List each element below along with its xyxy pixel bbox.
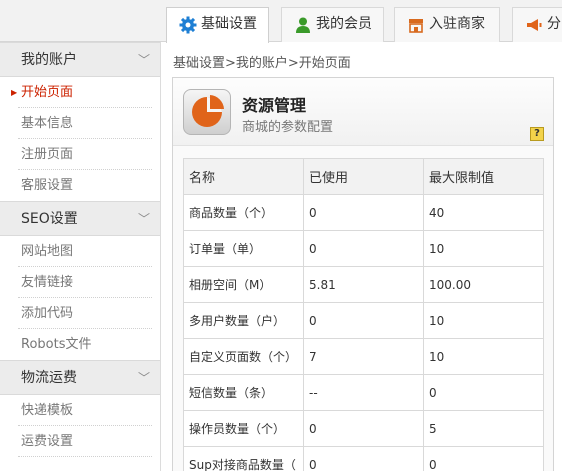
cell-name: 短信数量（条） [183, 374, 304, 411]
sidebar-item-register-page[interactable]: 注册页面 [0, 139, 160, 170]
cell-used: 7 [303, 338, 424, 375]
chevron-down-icon: ﹀ [137, 371, 150, 385]
table-header-row: 名称 已使用 最大限制值 [183, 158, 544, 195]
sidebar-item-label: 添加代码 [21, 306, 74, 321]
cell-max: 10 [423, 338, 544, 375]
column-header-max: 最大限制值 [423, 158, 544, 195]
tab-basic-settings[interactable]: 基础设置 [166, 7, 269, 43]
tab-label: 我的会员 [316, 16, 372, 32]
column-header-used: 已使用 [303, 158, 424, 195]
cell-name: Sup对接商品数量（ [183, 446, 304, 471]
cell-max: 5 [423, 410, 544, 447]
cell-name: 自定义页面数（个） [183, 338, 304, 375]
cell-max: 10 [423, 302, 544, 339]
sidebar-item-express-template[interactable]: 快递模板 [0, 395, 160, 426]
tab-label: 分 [547, 16, 561, 32]
sidebar-group-seo[interactable]: SEO设置 ﹀ [0, 201, 160, 236]
resource-table: 名称 已使用 最大限制值 商品数量（个） 0 40 订单量（单） 0 10 相册… [183, 158, 544, 471]
table-row: 自定义页面数（个） 7 10 [183, 338, 544, 375]
cell-max: 40 [423, 194, 544, 231]
pie-chart-icon [183, 89, 231, 135]
cell-used: 0 [303, 230, 424, 267]
sidebar-item-label: 友情链接 [21, 275, 74, 290]
sidebar-item-customer-service[interactable]: 客服设置 [0, 170, 160, 201]
table-row: 相册空间（M） 5.81 100.00 [183, 266, 544, 303]
table-row: 多用户数量（户） 0 10 [183, 302, 544, 339]
cell-name: 操作员数量（个） [183, 410, 304, 447]
sidebar-item-sitemap[interactable]: 网站地图 [0, 236, 160, 267]
sidebar-item-freight-settings[interactable]: 运费设置 [0, 426, 160, 457]
cell-name: 订单量（单） [183, 230, 304, 267]
sidebar-item-label: Robots文件 [21, 337, 92, 352]
sidebar-group-logistics[interactable]: 物流运费 ﹀ [0, 360, 160, 395]
chevron-down-icon: ﹀ [137, 212, 150, 226]
gear-icon [179, 14, 197, 33]
sidebar-item-start-page[interactable]: ▶ 开始页面 [0, 77, 160, 108]
cell-used: 0 [303, 410, 424, 447]
table-row: 订单量（单） 0 10 [183, 230, 544, 267]
cell-max: 100.00 [423, 266, 544, 303]
breadcrumb: 基础设置>我的账户>开始页面 [173, 56, 351, 71]
sidebar-item-robots[interactable]: Robots文件 [0, 329, 160, 360]
sidebar: 我的账户 ﹀ ▶ 开始页面 基本信息 注册页面 客服设置 SEO设置 ﹀ 网站地… [0, 42, 161, 471]
table-row: Sup对接商品数量（ 0 0 [183, 446, 544, 471]
help-icon[interactable]: ? [530, 127, 544, 141]
tab-my-members[interactable]: 我的会员 [281, 7, 384, 42]
sidebar-item-more[interactable]: ... [0, 457, 160, 471]
cell-max: 0 [423, 374, 544, 411]
cell-name: 商品数量（个） [183, 194, 304, 231]
cell-max: 10 [423, 230, 544, 267]
cell-used: 0 [303, 302, 424, 339]
sidebar-item-label: 客服设置 [21, 178, 74, 193]
cell-name: 相册空间（M） [183, 266, 304, 303]
table-row: 商品数量（个） 0 40 [183, 194, 544, 231]
group-title: 我的账户 [21, 52, 77, 68]
chevron-down-icon: ﹀ [137, 53, 150, 67]
arrow-right-icon: ▶ [11, 88, 18, 97]
tab-label: 基础设置 [201, 16, 257, 32]
tab-merchant-entry[interactable]: 入驻商家 [394, 7, 500, 42]
table-row: 操作员数量（个） 0 5 [183, 410, 544, 447]
cell-used: 5.81 [303, 266, 424, 303]
cell-max: 0 [423, 446, 544, 471]
group-title: SEO设置 [21, 211, 78, 227]
column-header-name: 名称 [183, 158, 304, 195]
top-tab-bar: 基础设置 我的会员 入驻商家 分 [0, 0, 562, 43]
user-icon [294, 14, 312, 33]
sidebar-item-label: 开始页面 [21, 85, 74, 100]
sidebar-item-label: 运费设置 [21, 434, 74, 449]
sidebar-item-label: 基本信息 [21, 116, 74, 131]
sidebar-item-label: 快递模板 [21, 403, 74, 418]
panel-subtitle: 商城的参数配置 [242, 120, 334, 135]
sidebar-item-label: 注册页面 [21, 147, 74, 162]
tab-label: 入驻商家 [429, 16, 485, 32]
cell-used: 0 [303, 194, 424, 231]
table-row: 短信数量（条） -- 0 [183, 374, 544, 411]
cell-used: 0 [303, 446, 424, 471]
group-title: 物流运费 [21, 370, 77, 386]
sidebar-item-basic-info[interactable]: 基本信息 [0, 108, 160, 139]
panel-header: 资源管理 商城的参数配置 ? [173, 78, 553, 146]
cell-name: 多用户数量（户） [183, 302, 304, 339]
panel-title: 资源管理 [242, 96, 307, 115]
sidebar-item-label: ... [21, 465, 33, 471]
sidebar-group-my-account[interactable]: 我的账户 ﹀ [0, 42, 160, 77]
sidebar-item-friend-links[interactable]: 友情链接 [0, 267, 160, 298]
store-icon [407, 14, 425, 33]
tab-distribution[interactable]: 分 [512, 7, 562, 42]
sidebar-item-label: 网站地图 [21, 244, 74, 259]
megaphone-icon [525, 14, 543, 32]
cell-used: -- [303, 374, 424, 411]
sidebar-item-add-code[interactable]: 添加代码 [0, 298, 160, 329]
